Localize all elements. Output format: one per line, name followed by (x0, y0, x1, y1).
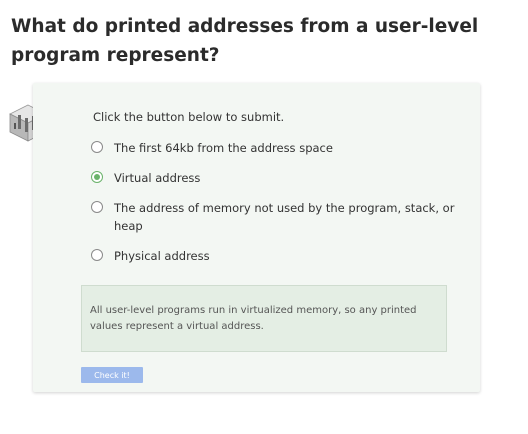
option-first-64kb[interactable]: The first 64kb from the address space (91, 139, 461, 157)
check-it-button[interactable]: Check it! (81, 367, 143, 383)
option-virtual-address[interactable]: Virtual address (91, 169, 461, 187)
radio-button[interactable] (91, 249, 103, 261)
quiz-instruction: Click the button below to submit. (93, 110, 285, 124)
radio-button[interactable] (91, 141, 103, 153)
feedback-text: All user-level programs run in virtualiz… (90, 305, 417, 332)
option-label: Virtual address (114, 171, 201, 185)
radio-button[interactable] (91, 201, 103, 213)
option-physical-address[interactable]: Physical address (91, 247, 461, 265)
option-label: Physical address (114, 249, 210, 263)
feedback-box: All user-level programs run in virtualiz… (81, 285, 447, 352)
option-unused-memory[interactable]: The address of memory not used by the pr… (91, 199, 461, 235)
quiz-card: Click the button below to submit. The fi… (33, 83, 480, 392)
option-label: The first 64kb from the address space (114, 141, 333, 155)
option-label: The address of memory not used by the pr… (114, 201, 455, 233)
question-title: What do printed addresses from a user-le… (11, 16, 479, 66)
radio-button-selected[interactable] (91, 171, 103, 183)
